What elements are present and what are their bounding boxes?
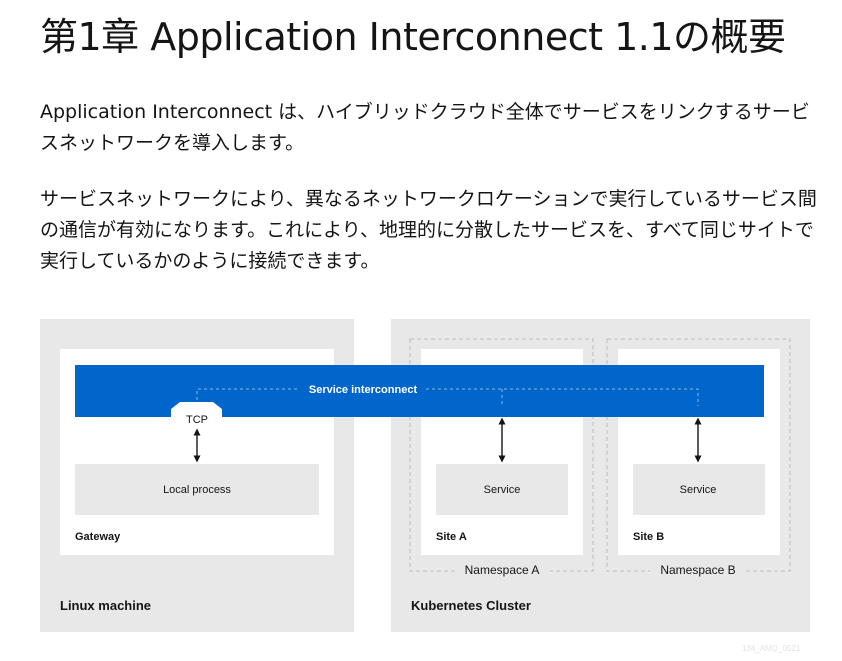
description-paragraph: サービスネットワークにより、異なるネットワークロケーションで実行しているサービス… xyxy=(40,188,817,272)
diagram-id-watermark: 134_AMQ_0521 xyxy=(742,644,801,653)
site-a-label: Site A xyxy=(436,531,467,543)
site-b-service-label: Service xyxy=(680,484,717,496)
kubernetes-cluster-label: Kubernetes Cluster xyxy=(411,598,531,613)
gateway-label: Gateway xyxy=(75,531,121,543)
site-b-label: Site B xyxy=(633,531,664,543)
namespace-b-label: Namespace B xyxy=(660,563,735,577)
tcp-label: TCP xyxy=(186,414,208,426)
local-process-label: Local process xyxy=(163,484,231,496)
architecture-diagram: Local process Gateway Linux machine Serv… xyxy=(40,319,810,632)
intro-paragraph: Application Interconnect は、ハイブリッドクラウド全体で… xyxy=(40,101,810,154)
page-title: 第1章 Application Interconnect 1.1の概要 xyxy=(40,15,786,59)
linux-machine-label: Linux machine xyxy=(60,598,151,613)
site-a-service-label: Service xyxy=(484,484,521,496)
namespace-a-label: Namespace A xyxy=(465,563,540,577)
service-interconnect-label: Service interconnect xyxy=(309,384,418,396)
